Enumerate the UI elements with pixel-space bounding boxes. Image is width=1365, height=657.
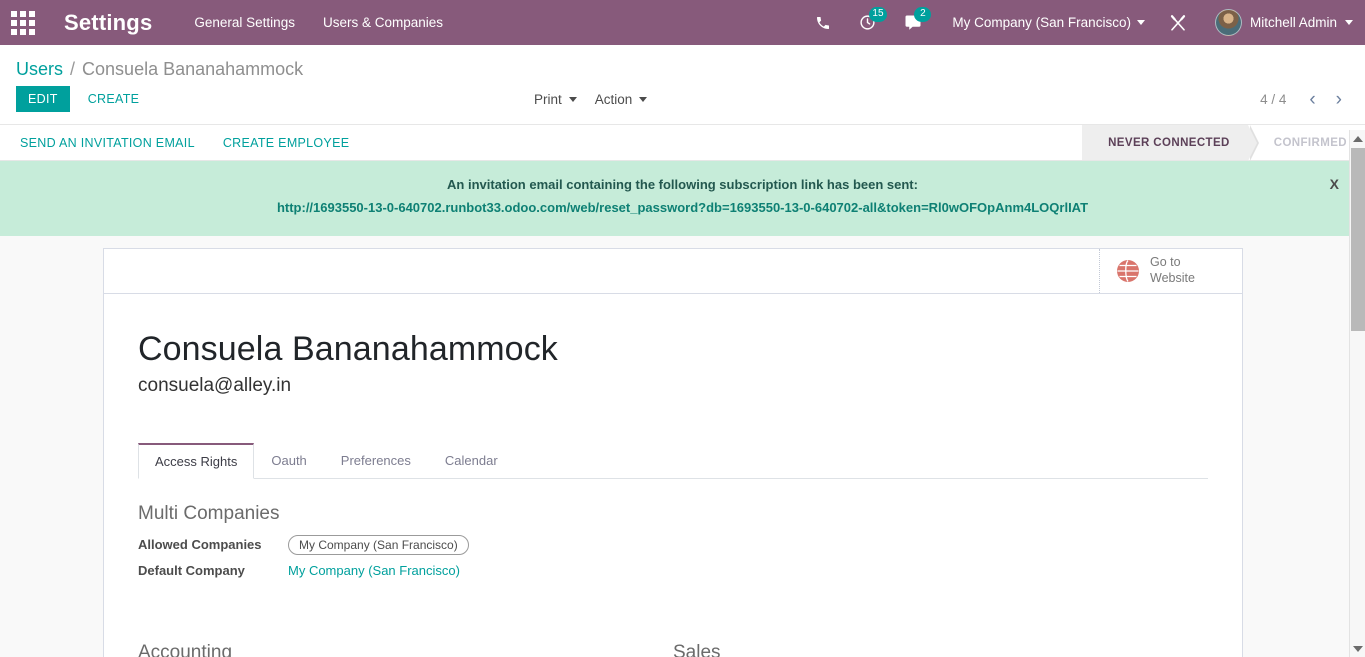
go-to-website-button[interactable]: Go to Website [1099,248,1242,293]
top-navbar: Settings General Settings Users & Compan… [0,0,1365,45]
stat-button-box: Go to Website [104,248,1242,294]
chevron-down-icon [568,96,577,102]
activity-count-badge: 15 [869,7,887,22]
chevron-down-icon [1352,645,1363,652]
status-confirmed[interactable]: CONFIRMED [1247,125,1365,160]
action-label: Action [594,91,633,107]
status-never-connected-label: NEVER CONNECTED [1108,136,1230,149]
control-panel: Users / Consuela Bananahammock EDIT CREA… [0,45,1365,125]
pager-previous-button[interactable]: ‹ [1302,90,1322,109]
scrollbar-thumb[interactable] [1351,148,1365,331]
apps-grid-icon [11,10,35,35]
control-panel-dropdowns: Print Action [534,92,648,107]
company-switcher-label: My Company (San Francisco) [952,15,1131,30]
chevron-down-icon [1345,20,1353,25]
messaging-menu-button[interactable]: 2 [890,0,936,45]
pager-value: 4 / 4 [1260,91,1287,107]
create-employee-button[interactable]: CREATE EMPLOYEE [209,125,364,160]
default-company-value[interactable]: My Company (San Francisco) [288,563,460,578]
globe-icon [1116,259,1140,283]
control-panel-buttons: EDIT CREATE Print Action 4 / 4 ‹ › [16,86,1349,124]
status-pipeline: NEVER CONNECTED CONFIRMED [1082,125,1365,161]
sales-column: Sales [673,642,1208,657]
user-menu-label: Mitchell Admin [1249,15,1337,30]
menu-item-general-settings[interactable]: General Settings [194,15,295,30]
app-brand-title: Settings [64,9,153,35]
tab-access-rights[interactable]: Access Rights [138,442,255,479]
wrench-cross-icon [1169,14,1187,32]
tab-oauth-label: Oauth [271,452,307,468]
menu-item-users-companies[interactable]: Users & Companies [323,15,443,30]
print-dropdown[interactable]: Print [534,92,577,107]
status-confirmed-label: CONFIRMED [1273,136,1347,149]
tab-preferences-label: Preferences [340,452,411,468]
phone-button[interactable] [801,0,845,45]
debug-menu-button[interactable] [1155,0,1201,45]
notebook-tabs: Access Rights Oauth Preferences Calendar [138,442,1208,479]
record-title: Consuela Bananahammock [138,329,558,368]
send-invitation-email-button[interactable]: SEND AN INVITATION EMAIL [0,125,209,160]
multi-companies-title: Multi Companies [138,502,280,524]
tab-preferences[interactable]: Preferences [324,443,428,479]
scroll-up-button[interactable] [1350,130,1365,147]
message-count-badge: 2 [914,7,932,22]
go-to-website-label: Go to Website [1150,254,1195,285]
tab-oauth[interactable]: Oauth [254,443,323,479]
action-dropdown[interactable]: Action [595,92,648,107]
print-label: Print [534,91,562,107]
accounting-section-title: Accounting [138,641,233,657]
sheet-body: Consuela Bananahammock consuela@alley.in… [104,294,1242,657]
alert-message: An invitation email containing the follo… [447,177,918,192]
tab-calendar[interactable]: Calendar [428,443,515,479]
navbar-right-tools: 15 2 My Company (San Francisco) Mitchell… [801,0,1365,45]
subscription-link[interactable]: http://1693550-13-0-640702.runbot33.odoo… [277,198,1088,218]
form-scroll-area: Go to Website Consuela Bananahammock con… [0,235,1365,657]
activity-menu-button[interactable]: 15 [845,0,890,45]
tab-access-rights-label: Access Rights [155,453,238,469]
chevron-down-icon [1136,20,1145,25]
vertical-scrollbar[interactable] [1349,130,1365,657]
accounting-column: Accounting [138,642,673,657]
pager-next-button[interactable]: › [1329,90,1349,109]
avatar [1214,9,1242,36]
default-company-label: Default Company [138,562,245,578]
breadcrumb: Users / Consuela Bananahammock [16,45,1349,86]
default-company-row: Default Company My Company (San Francisc… [138,563,1208,578]
chevron-up-icon [1352,135,1363,142]
chevron-down-icon [639,96,648,102]
invitation-alert: An invitation email containing the follo… [0,161,1365,236]
pager: 4 / 4 ‹ › [1260,90,1349,109]
record-email: consuela@alley.in [138,374,292,396]
create-button[interactable]: CREATE [76,86,152,112]
phone-icon [815,15,831,31]
allowed-companies-label: Allowed Companies [138,537,262,552]
scroll-down-button[interactable] [1350,640,1365,657]
close-icon[interactable]: X [1324,175,1345,193]
allowed-companies-tag[interactable]: My Company (San Francisco) [288,534,469,555]
form-status-bar: SEND AN INVITATION EMAIL CREATE EMPLOYEE… [0,125,1365,161]
allowed-companies-row: Allowed Companies My Company (San Franci… [138,534,1208,555]
breadcrumb-item-current: Consuela Bananahammock [82,59,304,79]
tab-calendar-label: Calendar [444,452,498,468]
access-rights-columns: Accounting Sales [138,642,1208,657]
breadcrumb-item-users[interactable]: Users [16,59,63,80]
company-switcher[interactable]: My Company (San Francisco) [936,15,1155,30]
record-sheet: Go to Website Consuela Bananahammock con… [103,247,1243,657]
status-never-connected[interactable]: NEVER CONNECTED [1082,125,1259,161]
sales-section-title: Sales [673,641,721,657]
edit-button[interactable]: EDIT [16,86,70,112]
apps-menu-button[interactable] [0,0,46,45]
breadcrumb-separator: / [70,59,76,79]
main-menu: General Settings Users & Companies [194,15,443,30]
user-menu[interactable]: Mitchell Admin [1201,9,1353,36]
